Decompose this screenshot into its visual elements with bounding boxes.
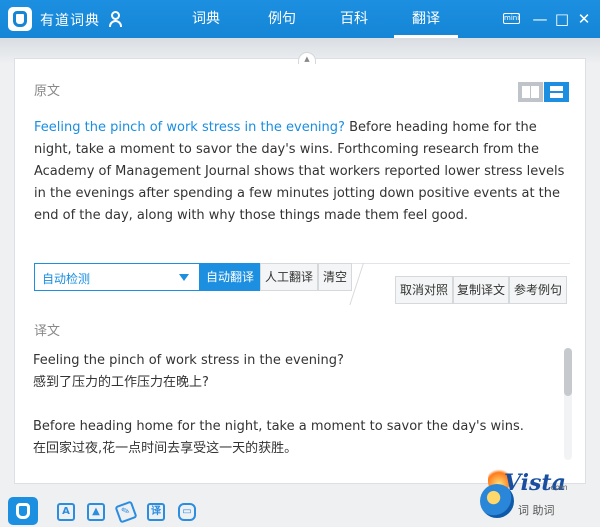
human-translate-button[interactable]: 人工翻译 — [260, 263, 318, 291]
translation-label: 译文 — [34, 324, 61, 339]
mini-mode-button[interactable]: mini — [503, 13, 520, 24]
tab-translate[interactable]: 翻译 — [394, 0, 458, 38]
close-button[interactable]: ✕ — [575, 8, 593, 30]
translation-pair: Feeling the pinch of work stress in the … — [33, 350, 553, 394]
cancel-compare-button[interactable]: 取消对照 — [395, 276, 453, 304]
translation-source-line: Feeling the pinch of work stress in the … — [33, 353, 344, 368]
split-view-icon[interactable] — [518, 82, 543, 102]
chat-icon[interactable]: ▭ — [178, 503, 196, 521]
output-scrollbar[interactable] — [564, 348, 572, 460]
source-highlight: Feeling the pinch of work stress in the … — [34, 120, 345, 135]
layout-toggle[interactable] — [518, 82, 570, 102]
app-title: 有道词典 — [40, 13, 100, 29]
translation-pair: Before heading home for the night, take … — [33, 416, 553, 460]
user-icon[interactable] — [108, 10, 124, 28]
translation-result-line: 在回家过夜,花一点时间去享受这一天的获胜。 — [33, 441, 298, 456]
language-select-value: 自动检测 — [42, 272, 91, 286]
clear-button[interactable]: 清空 — [318, 263, 352, 291]
copy-translation-button[interactable]: 复制译文 — [453, 276, 509, 304]
tab-encyclopedia[interactable]: 百科 — [334, 0, 374, 38]
vista-watermark: Vista .com 词 助词 — [466, 462, 596, 524]
translate-icon[interactable]: 译 — [147, 503, 165, 521]
translation-source-line: Before heading home for the night, take … — [33, 419, 524, 434]
scrollbar-thumb[interactable] — [564, 348, 572, 396]
source-body: Before heading home for the night, take … — [34, 120, 565, 223]
stacked-view-icon[interactable] — [544, 82, 569, 102]
title-bar: 有道词典 词典 例句 百科 翻译 mini — □ ✕ — [0, 0, 600, 38]
tab-dictionary[interactable]: 词典 — [186, 0, 226, 38]
auto-translate-button[interactable]: 自动翻译 — [200, 263, 260, 291]
text-translate-icon[interactable]: A — [57, 503, 75, 521]
dropdown-arrow-icon — [179, 274, 189, 281]
restore-button[interactable]: □ — [553, 8, 571, 30]
language-select[interactable]: 自动检测 — [34, 263, 200, 291]
image-translate-icon[interactable]: ▲ — [87, 503, 105, 521]
tab-examples[interactable]: 例句 — [262, 0, 302, 38]
reference-examples-button[interactable]: 参考例句 — [509, 276, 567, 304]
youdao-logo — [8, 7, 32, 31]
youdao-home-icon[interactable] — [8, 497, 38, 525]
minimize-button[interactable]: — — [531, 8, 549, 30]
source-text[interactable]: Feeling the pinch of work stress in the … — [34, 117, 570, 227]
watermark-domain: .com — [548, 483, 568, 492]
watermark-subtitle: 词 助词 — [518, 504, 555, 517]
collapse-up-icon[interactable]: ▲ — [298, 52, 316, 64]
translation-result-line: 感到了压力的工作压力在晚上? — [33, 375, 209, 390]
source-label: 原文 — [34, 84, 61, 99]
